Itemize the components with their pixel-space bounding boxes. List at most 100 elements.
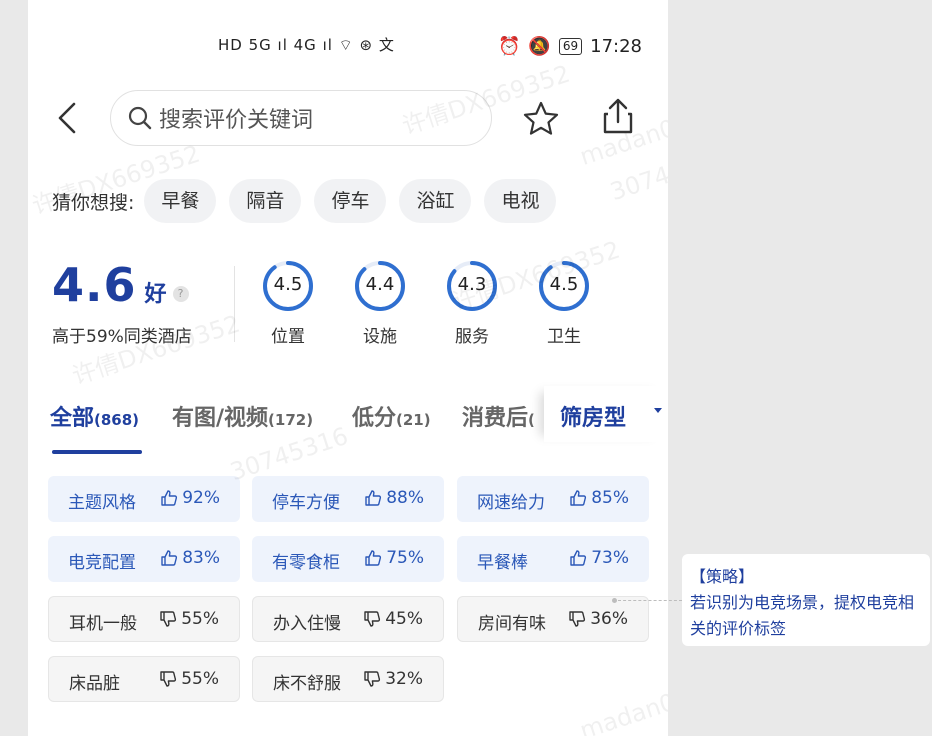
filter-label: 筛房型 (560, 406, 627, 431)
tab-low-score[interactable]: 低分(21) (352, 400, 431, 432)
review-tag[interactable]: 床品脏 55% (48, 656, 240, 702)
review-tag[interactable]: 停车方便 88% (252, 476, 444, 522)
thumbs-down-icon (160, 671, 177, 687)
tag-text: 电竞配置 (68, 553, 136, 573)
share-icon[interactable] (600, 96, 636, 136)
connector-line (618, 600, 682, 601)
review-tabs: 全部(868) 有图/视频(172) 低分(21) 消费后( 筛房型 (28, 386, 668, 456)
review-tag[interactable]: 耳机一般 55% (48, 596, 240, 642)
thumbs-up-icon (365, 550, 382, 566)
phone-screen: HD 5G ıl 4G ıl ⌔ ⊛ 文 ⏰ 🔕 69 17:28 搜索评价关键… (28, 0, 668, 736)
suggest-chip[interactable]: 停车 (314, 179, 387, 223)
tag-percent: 36% (590, 609, 628, 629)
help-icon[interactable]: ? (172, 286, 189, 302)
tab-count: (172) (268, 411, 314, 429)
battery-icon: 69 (558, 38, 583, 55)
review-tag[interactable]: 主题风格 92% (48, 476, 240, 522)
top-bar: 搜索评价关键词 (28, 90, 668, 148)
network-icons: HD 5G ıl 4G ıl ⌔ ⊛ 文 (218, 36, 395, 54)
tag-text: 有零食柜 (272, 553, 340, 573)
subscore-value: 4.4 (365, 274, 395, 295)
thumbs-down-icon (364, 671, 381, 687)
suggest-chip[interactable]: 电视 (484, 179, 557, 223)
dropdown-caret-icon (654, 408, 662, 413)
note-title: 【策略】 (690, 567, 755, 586)
review-tag[interactable]: 房间有味 36% (457, 596, 649, 642)
thumbs-up-icon (161, 550, 178, 566)
tab-all[interactable]: 全部(868) (50, 400, 139, 432)
tag-percent: 83% (182, 548, 220, 568)
tab-label: 全部 (50, 406, 95, 431)
overall-score: 4.6 好? 高于59%同类酒店 (52, 258, 192, 347)
favorite-star-icon[interactable] (522, 100, 560, 138)
mute-icon: 🔕 (528, 36, 551, 57)
subscore-value: 4.5 (549, 274, 579, 295)
tag-text: 早餐棒 (477, 553, 528, 573)
thumbs-up-icon (570, 550, 587, 566)
tab-count: (868) (94, 411, 140, 429)
thumbs-up-icon (161, 490, 178, 506)
connector-dot (612, 598, 617, 603)
tag-percent: 32% (385, 669, 423, 689)
subscore-facilities: 4.4 设施 (350, 260, 410, 347)
subscore-label: 设施 (363, 327, 397, 347)
search-input[interactable]: 搜索评价关键词 (110, 90, 492, 146)
review-tag[interactable]: 床不舒服 32% (252, 656, 444, 702)
review-tag[interactable]: 早餐棒 73% (457, 536, 649, 582)
subscore-value: 4.5 (273, 274, 303, 295)
alarm-icon: ⏰ (498, 36, 521, 57)
status-bar: HD 5G ıl 4G ıl ⌔ ⊛ 文 ⏰ 🔕 69 17:28 (28, 30, 668, 70)
thumbs-down-icon (569, 611, 586, 627)
tab-photo-video[interactable]: 有图/视频(172) (172, 400, 313, 432)
thumbs-down-icon (160, 611, 177, 627)
tag-percent: 45% (385, 609, 423, 629)
tag-text: 主题风格 (68, 493, 136, 513)
tab-after-stay[interactable]: 消费后( (462, 400, 535, 432)
suggested-searches: 猜你想搜: 早餐 隔音 停车 浴缸 电视 (52, 178, 668, 224)
tag-text: 网速给力 (477, 493, 545, 513)
tab-label: 有图/视频 (172, 406, 269, 431)
thumbs-up-icon (365, 490, 382, 506)
subscore-label: 位置 (271, 327, 305, 347)
thumbs-down-icon (364, 611, 381, 627)
tag-percent: 73% (591, 548, 629, 568)
score-grade: 好 (144, 282, 167, 307)
tag-text: 床不舒服 (273, 674, 341, 694)
tab-label: 低分 (352, 406, 397, 431)
review-tag[interactable]: 网速给力 85% (457, 476, 649, 522)
suggest-label: 猜你想搜: (52, 191, 135, 214)
subscore-value: 4.3 (457, 274, 487, 295)
tag-text: 房间有味 (478, 614, 546, 634)
score-subtitle: 高于59%同类酒店 (52, 327, 192, 347)
watermark: madan07 (576, 683, 668, 736)
review-tag[interactable]: 电竞配置 83% (48, 536, 240, 582)
status-right: ⏰ 🔕 69 17:28 (498, 36, 642, 57)
tag-percent: 92% (182, 488, 220, 508)
suggest-chip[interactable]: 早餐 (144, 179, 217, 223)
tab-label: 消费后 (462, 406, 529, 431)
subscore-hygiene: 4.5 卫生 (534, 260, 594, 347)
score-value: 4.6 (52, 258, 137, 312)
search-placeholder: 搜索评价关键词 (159, 108, 314, 133)
divider (234, 266, 235, 342)
subscore-location: 4.5 位置 (258, 260, 318, 347)
search-icon (128, 106, 152, 130)
suggest-chip[interactable]: 浴缸 (399, 179, 472, 223)
tag-percent: 75% (386, 548, 424, 568)
tab-count: ( (528, 411, 535, 429)
room-type-filter[interactable]: 筛房型 (544, 386, 668, 442)
tag-percent: 55% (181, 609, 219, 629)
tag-text: 耳机一般 (69, 614, 137, 634)
suggest-chip[interactable]: 隔音 (229, 179, 302, 223)
thumbs-up-icon (570, 490, 587, 506)
review-tag[interactable]: 有零食柜 75% (252, 536, 444, 582)
back-arrow-icon[interactable] (50, 98, 86, 138)
status-time: 17:28 (590, 36, 642, 57)
watermark: 许倩DX669352 (68, 309, 244, 391)
review-tag[interactable]: 办入住慢 45% (252, 596, 444, 642)
note-body: 若识别为电竞场景，提权电竞相关的评价标签 (690, 593, 915, 638)
tag-text: 办入住慢 (273, 614, 341, 634)
subscore-label: 服务 (455, 327, 489, 347)
tab-count: (21) (396, 411, 431, 429)
tag-percent: 88% (386, 488, 424, 508)
